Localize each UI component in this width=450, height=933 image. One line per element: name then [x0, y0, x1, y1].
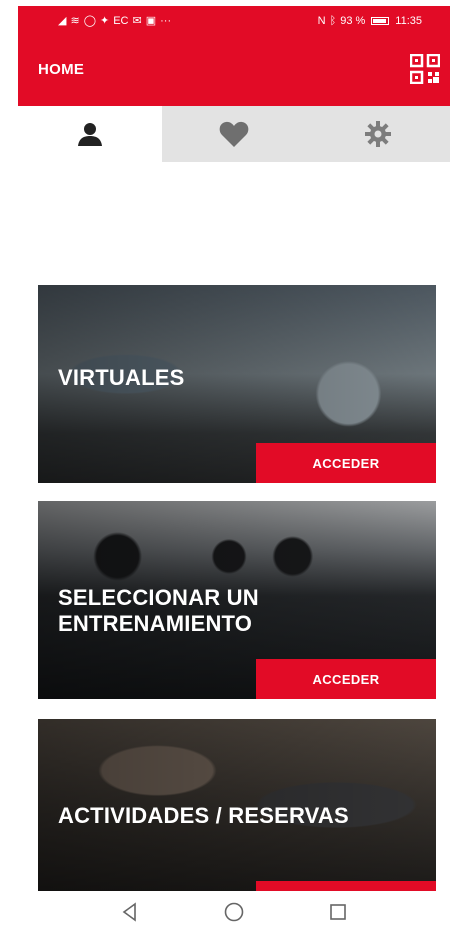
- dropbox-icon: ✦: [100, 14, 110, 27]
- card-virtuales[interactable]: VIRTUALES ACCEDER: [38, 285, 436, 483]
- heart-icon: [219, 121, 249, 147]
- system-nav-bar: [18, 891, 450, 933]
- card-title: VIRTUALES: [58, 365, 185, 390]
- status-text: EC: [113, 15, 129, 27]
- back-icon: [122, 902, 136, 922]
- card-seleccionar-entrenamiento[interactable]: SELECCIONAR UN ENTRENAMIENTO ACCEDER: [38, 501, 436, 699]
- mail-icon: ✉: [132, 14, 142, 27]
- app-screen: ◢ ≋ ◯ ✦ EC ✉ ▣ ··· N ᛒ 93 % 11:35 HOME V…: [18, 6, 450, 933]
- battery-percent: 93 %: [340, 15, 366, 27]
- home-button[interactable]: [219, 897, 249, 927]
- tab-favorites[interactable]: [162, 106, 306, 162]
- nfc-icon: N: [317, 14, 326, 27]
- gear-icon: [365, 121, 391, 147]
- acceder-button[interactable]: ACCEDER: [256, 659, 436, 699]
- home-icon: [224, 902, 244, 922]
- tab-profile[interactable]: [18, 106, 162, 162]
- tab-bar: [18, 106, 450, 162]
- recents-button[interactable]: [323, 897, 353, 927]
- battery-icon: [371, 17, 390, 25]
- recents-icon: [330, 904, 346, 920]
- whatsapp-icon: ◯: [83, 14, 96, 27]
- more-icon: ···: [160, 14, 172, 27]
- qr-code-button[interactable]: [409, 53, 441, 85]
- signal-icon: ◢: [58, 14, 67, 27]
- status-bar: ◢ ≋ ◯ ✦ EC ✉ ▣ ··· N ᛒ 93 % 11:35: [18, 6, 450, 36]
- bluetooth-icon: ᛒ: [329, 14, 337, 27]
- card-actividades-reservas[interactable]: ACTIVIDADES / RESERVAS: [38, 719, 436, 891]
- page-title: HOME: [38, 61, 85, 78]
- status-icons-right: N ᛒ 93 % 11:35: [318, 15, 422, 27]
- card-title: ACTIVIDADES / RESERVAS: [58, 803, 349, 828]
- wifi-icon: ≋: [70, 14, 80, 27]
- linkedin-icon: ▣: [145, 14, 157, 27]
- clock: 11:35: [395, 15, 422, 27]
- person-icon: [78, 123, 102, 146]
- qr-code-icon: [409, 53, 441, 85]
- back-button[interactable]: [115, 897, 145, 927]
- acceder-button[interactable]: [256, 881, 436, 891]
- status-icons-left: ◢ ≋ ◯ ✦ EC ✉ ▣ ···: [58, 15, 171, 27]
- card-title: SELECCIONAR UN ENTRENAMIENTO: [58, 585, 259, 636]
- acceder-button[interactable]: ACCEDER: [256, 443, 436, 483]
- app-header: HOME: [18, 36, 450, 106]
- tab-settings[interactable]: [306, 106, 450, 162]
